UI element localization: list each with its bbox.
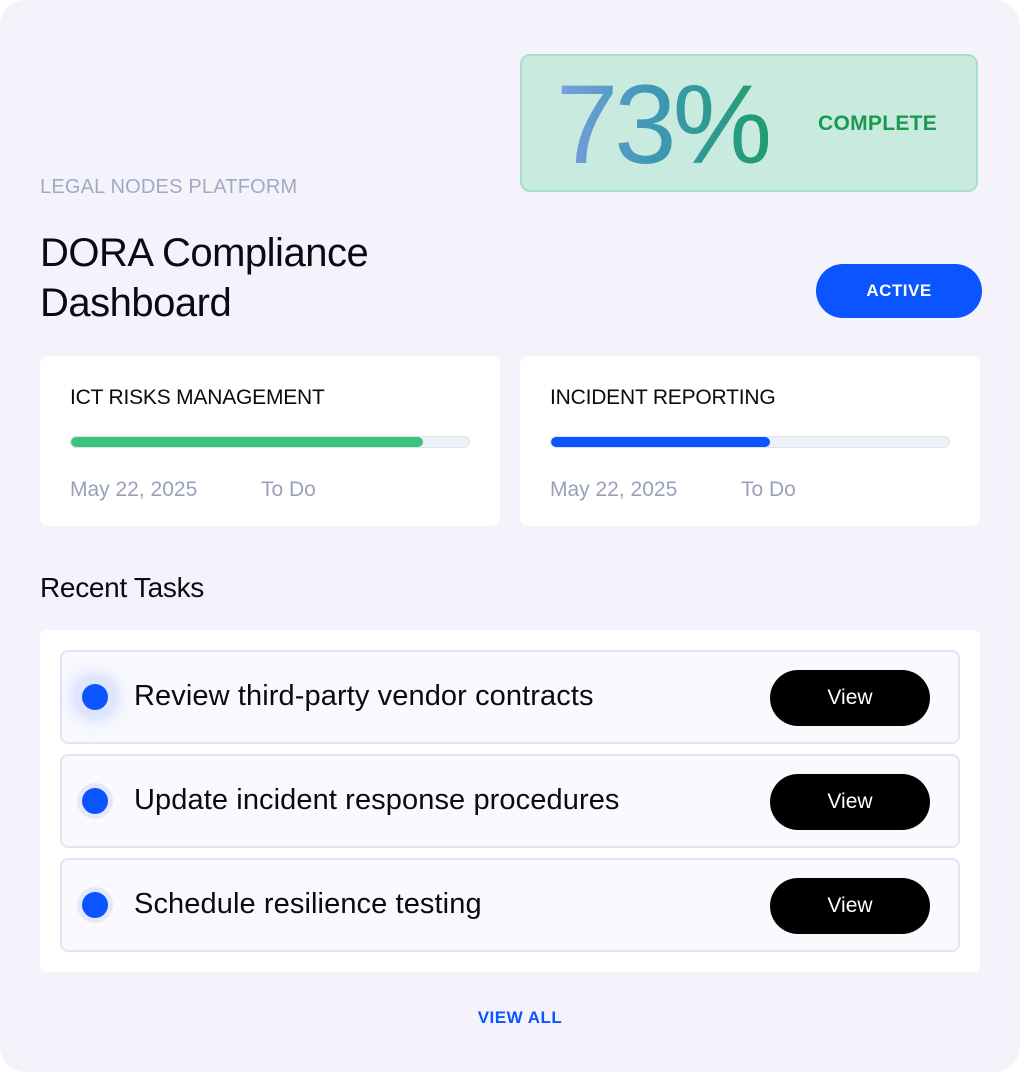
task-label: Review third-party vendor contracts bbox=[134, 680, 594, 712]
completion-percentage: 73% bbox=[556, 60, 772, 190]
dashboard-page: 73% COMPLETE LEGAL NODES PLATFORM DORA C… bbox=[0, 0, 1020, 1072]
module-status: To Do bbox=[741, 478, 796, 501]
status-badge[interactable]: ACTIVE bbox=[816, 264, 982, 318]
status-dot-icon bbox=[82, 892, 108, 918]
task-label: Update incident response procedures bbox=[134, 784, 620, 816]
progress-bar bbox=[70, 436, 470, 448]
module-date: May 22, 2025 bbox=[70, 478, 198, 501]
view-all-link[interactable]: VIEW ALL bbox=[0, 1008, 1020, 1028]
task-row: Update incident response procedures View bbox=[60, 754, 960, 848]
task-row: Schedule resilience testing View bbox=[60, 858, 960, 952]
recent-tasks-title: Recent Tasks bbox=[40, 572, 204, 603]
page-title: DORA Compliance Dashboard bbox=[40, 231, 369, 325]
view-task-button[interactable]: View bbox=[770, 670, 930, 726]
completion-card: 73% COMPLETE bbox=[520, 54, 978, 192]
recent-tasks-list: Review third-party vendor contracts View… bbox=[40, 630, 980, 972]
progress-bar-fill bbox=[71, 437, 424, 447]
module-title: ICT RISKS MANAGEMENT bbox=[70, 386, 325, 409]
completion-label: COMPLETE bbox=[818, 112, 938, 135]
module-card-ict-risks[interactable]: ICT RISKS MANAGEMENT May 22, 2025 To Do bbox=[40, 356, 500, 526]
task-row: Review third-party vendor contracts View bbox=[60, 650, 960, 744]
status-dot-icon bbox=[82, 684, 108, 710]
module-status: To Do bbox=[261, 478, 316, 501]
progress-bar bbox=[550, 436, 950, 448]
module-date: May 22, 2025 bbox=[550, 478, 678, 501]
platform-name: LEGAL NODES PLATFORM bbox=[40, 176, 298, 198]
module-title: INCIDENT REPORTING bbox=[550, 386, 776, 409]
module-card-incident-reporting[interactable]: INCIDENT REPORTING May 22, 2025 To Do bbox=[520, 356, 980, 526]
progress-bar-fill bbox=[551, 437, 770, 447]
task-label: Schedule resilience testing bbox=[134, 888, 482, 920]
status-dot-icon bbox=[82, 788, 108, 814]
view-task-button[interactable]: View bbox=[770, 878, 930, 934]
view-task-button[interactable]: View bbox=[770, 774, 930, 830]
